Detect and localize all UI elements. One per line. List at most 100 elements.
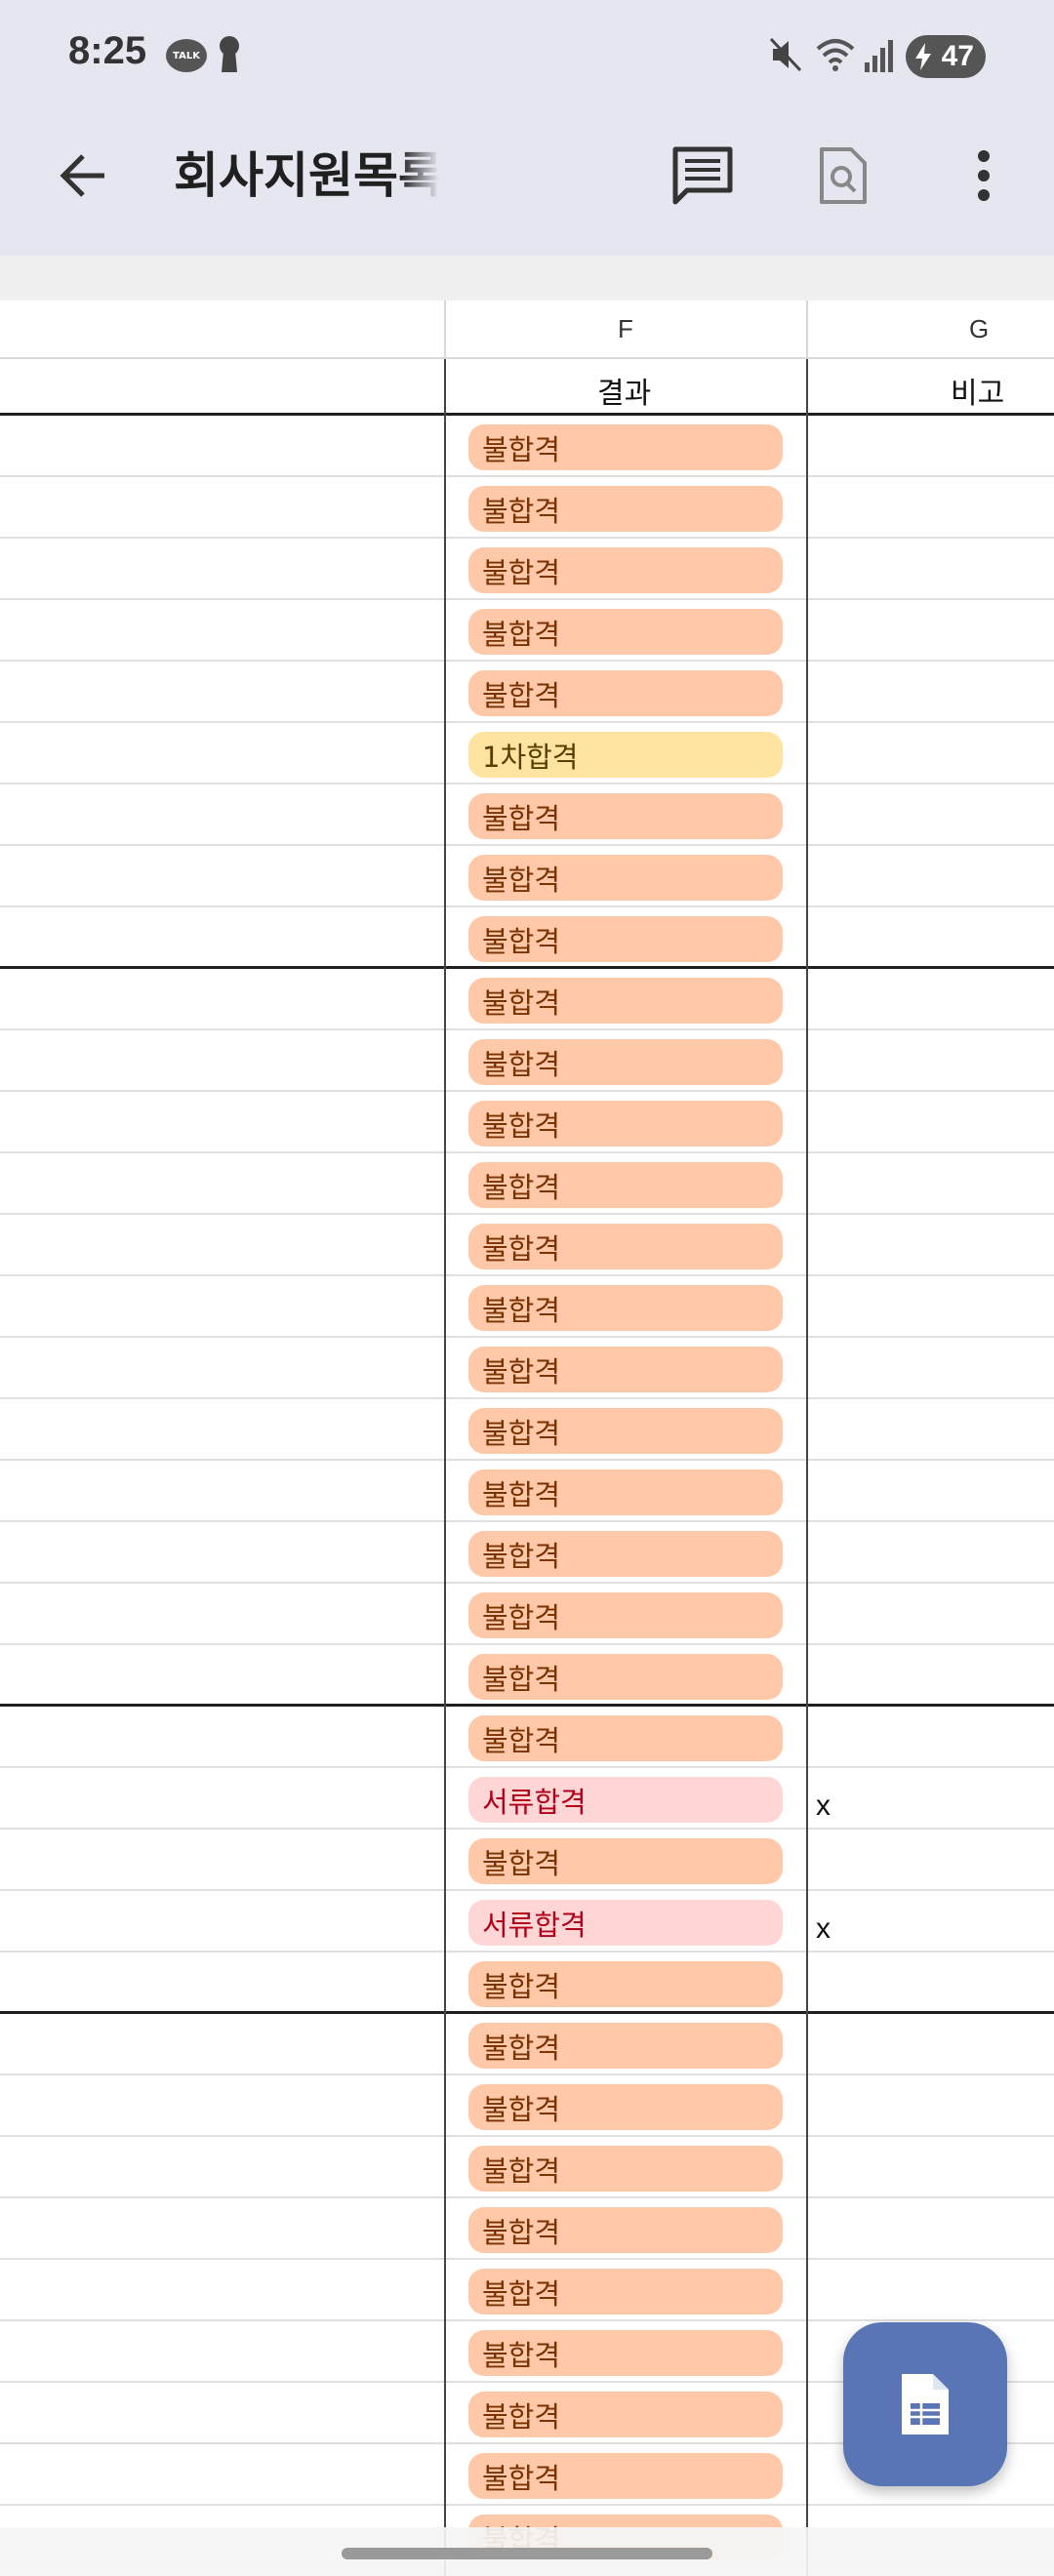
result-chip[interactable]: 불합격 (468, 1224, 783, 1269)
table-row: 불합격 (0, 1030, 1054, 1092)
result-chip[interactable]: 불합격 (468, 609, 783, 655)
result-chip[interactable]: 불합격 (468, 2023, 783, 2069)
more-options-button[interactable] (945, 137, 1023, 215)
table-row: 불합격 (0, 1461, 1054, 1522)
table-row: 불합격 (0, 1338, 1054, 1399)
table-row: 불합격 (0, 907, 1054, 969)
column-divider (444, 359, 446, 2576)
table-header-row: 결과 비고 (0, 359, 1054, 416)
redacted-title-area (400, 146, 498, 215)
status-time: 8:25 (68, 29, 147, 72)
result-chip[interactable]: 불합격 (468, 486, 783, 532)
comment-button[interactable] (664, 137, 742, 215)
battery-level: 47 (941, 40, 974, 72)
result-chip[interactable]: 불합격 (468, 2330, 783, 2376)
result-chip[interactable]: 불합격 (468, 1347, 783, 1392)
more-vert-icon (978, 150, 990, 201)
table-row: 불합격 (0, 1092, 1054, 1153)
result-chip[interactable]: 불합격 (468, 2207, 783, 2253)
table-row: 불합격 (0, 2014, 1054, 2075)
result-chip[interactable]: 불합격 (468, 1715, 783, 1761)
arrow-left-icon (60, 154, 104, 197)
table-row: 불합격 (0, 1584, 1054, 1645)
table-row: 불합격 (0, 662, 1054, 723)
table-row: 서류합격 x (0, 1768, 1054, 1830)
column-header-bar: F G (0, 301, 1054, 359)
result-chip[interactable]: 불합격 (468, 1531, 783, 1577)
table-row: 불합격 (0, 969, 1054, 1030)
data-rows: 불합격 불합격 불합격 불합격 불합격 1차합격 불합격 불합격 불합격 불합격 불합격 불합격 불합격… (0, 416, 1054, 2567)
result-chip[interactable]: 불합격 (468, 1162, 783, 1208)
result-chip[interactable]: 불합격 (468, 1838, 783, 1884)
charging-bolt-icon (915, 43, 931, 70)
result-chip[interactable]: 불합격 (468, 1285, 783, 1331)
result-chip[interactable]: 불합격 (468, 2453, 783, 2499)
table-row: 불합격 (0, 539, 1054, 600)
result-chip[interactable]: 불합격 (468, 2146, 783, 2192)
table-row: 불합격 (0, 1645, 1054, 1707)
column-divider (806, 359, 808, 2576)
battery-indicator: 47 (906, 35, 986, 78)
table-row: 불합격 (0, 846, 1054, 907)
table-row: 불합격 (0, 416, 1054, 477)
result-chip[interactable]: 불합격 (468, 1039, 783, 1085)
home-gesture-handle[interactable] (342, 2548, 712, 2559)
result-chip[interactable]: 불합격 (468, 1592, 783, 1638)
table-row: 불합격 (0, 1830, 1054, 1891)
column-f-header[interactable]: F (618, 314, 633, 344)
wifi-icon (814, 35, 857, 78)
status-bar: 8:25 TALK 47 (0, 0, 1054, 112)
result-chip[interactable]: 불합격 (468, 424, 783, 470)
note-header-cell[interactable]: 비고 (951, 369, 1004, 412)
table-row: 불합격 (0, 1952, 1054, 2014)
result-chip[interactable]: 불합격 (468, 793, 783, 839)
result-chip[interactable]: 불합격 (468, 547, 783, 593)
table-row: 불합격 (0, 1276, 1054, 1338)
result-chip[interactable]: 불합격 (468, 1408, 783, 1454)
result-chip[interactable]: 불합격 (468, 2392, 783, 2437)
result-chip[interactable]: 불합격 (468, 670, 783, 716)
kakaotalk-notification-icon: TALK (166, 39, 207, 72)
note-cell[interactable]: x (816, 1790, 831, 1823)
result-chip[interactable]: 불합격 (468, 2084, 783, 2130)
table-row: 불합격 (0, 785, 1054, 846)
result-chip[interactable]: 불합격 (468, 1469, 783, 1515)
spreadsheet-icon (902, 2374, 949, 2435)
table-row: 불합격 (0, 1399, 1054, 1461)
result-header-cell[interactable]: 결과 (597, 369, 651, 412)
result-chip[interactable]: 1차합격 (468, 732, 783, 778)
result-chip[interactable]: 불합격 (468, 978, 783, 1024)
spreadsheet-grid[interactable]: F G 결과 비고 불합격 불합격 불합격 불합격 불합격 1차합격 불합격 불합격 불합격 불합… (0, 301, 1054, 2576)
table-row: 서류합격 x (0, 1891, 1054, 1952)
result-chip[interactable]: 불합격 (468, 855, 783, 901)
table-row: 불합격 (0, 2075, 1054, 2137)
column-g-header[interactable]: G (969, 314, 989, 344)
table-row: 불합격 (0, 2137, 1054, 2198)
table-row: 불합격 (0, 1522, 1054, 1584)
table-row: 불합격 (0, 1153, 1054, 1215)
result-chip[interactable]: 서류합격 (468, 1900, 783, 1946)
table-row: 불합격 (0, 600, 1054, 662)
table-row: 불합격 (0, 477, 1054, 539)
column-divider (806, 301, 808, 359)
column-divider (444, 301, 446, 359)
table-row: 불합격 (0, 2260, 1054, 2321)
table-row: 불합격 (0, 1215, 1054, 1276)
note-cell[interactable]: x (816, 1912, 831, 1946)
result-chip[interactable]: 불합격 (468, 1654, 783, 1700)
table-row: 불합격 (0, 1707, 1054, 1768)
mute-icon (769, 35, 802, 78)
result-chip[interactable]: 서류합격 (468, 1777, 783, 1823)
comment-icon (672, 146, 733, 205)
signal-icon (863, 35, 898, 78)
keyhole-icon (217, 35, 242, 78)
result-chip[interactable]: 불합격 (468, 916, 783, 962)
document-search-icon (820, 147, 867, 204)
find-in-document-button[interactable] (804, 137, 882, 215)
sheet-view-fab[interactable] (843, 2322, 1007, 2486)
table-row: 불합격 (0, 2198, 1054, 2260)
result-chip[interactable]: 불합격 (468, 2269, 783, 2314)
back-button[interactable] (49, 141, 117, 210)
result-chip[interactable]: 불합격 (468, 1101, 783, 1147)
result-chip[interactable]: 불합격 (468, 1961, 783, 2007)
